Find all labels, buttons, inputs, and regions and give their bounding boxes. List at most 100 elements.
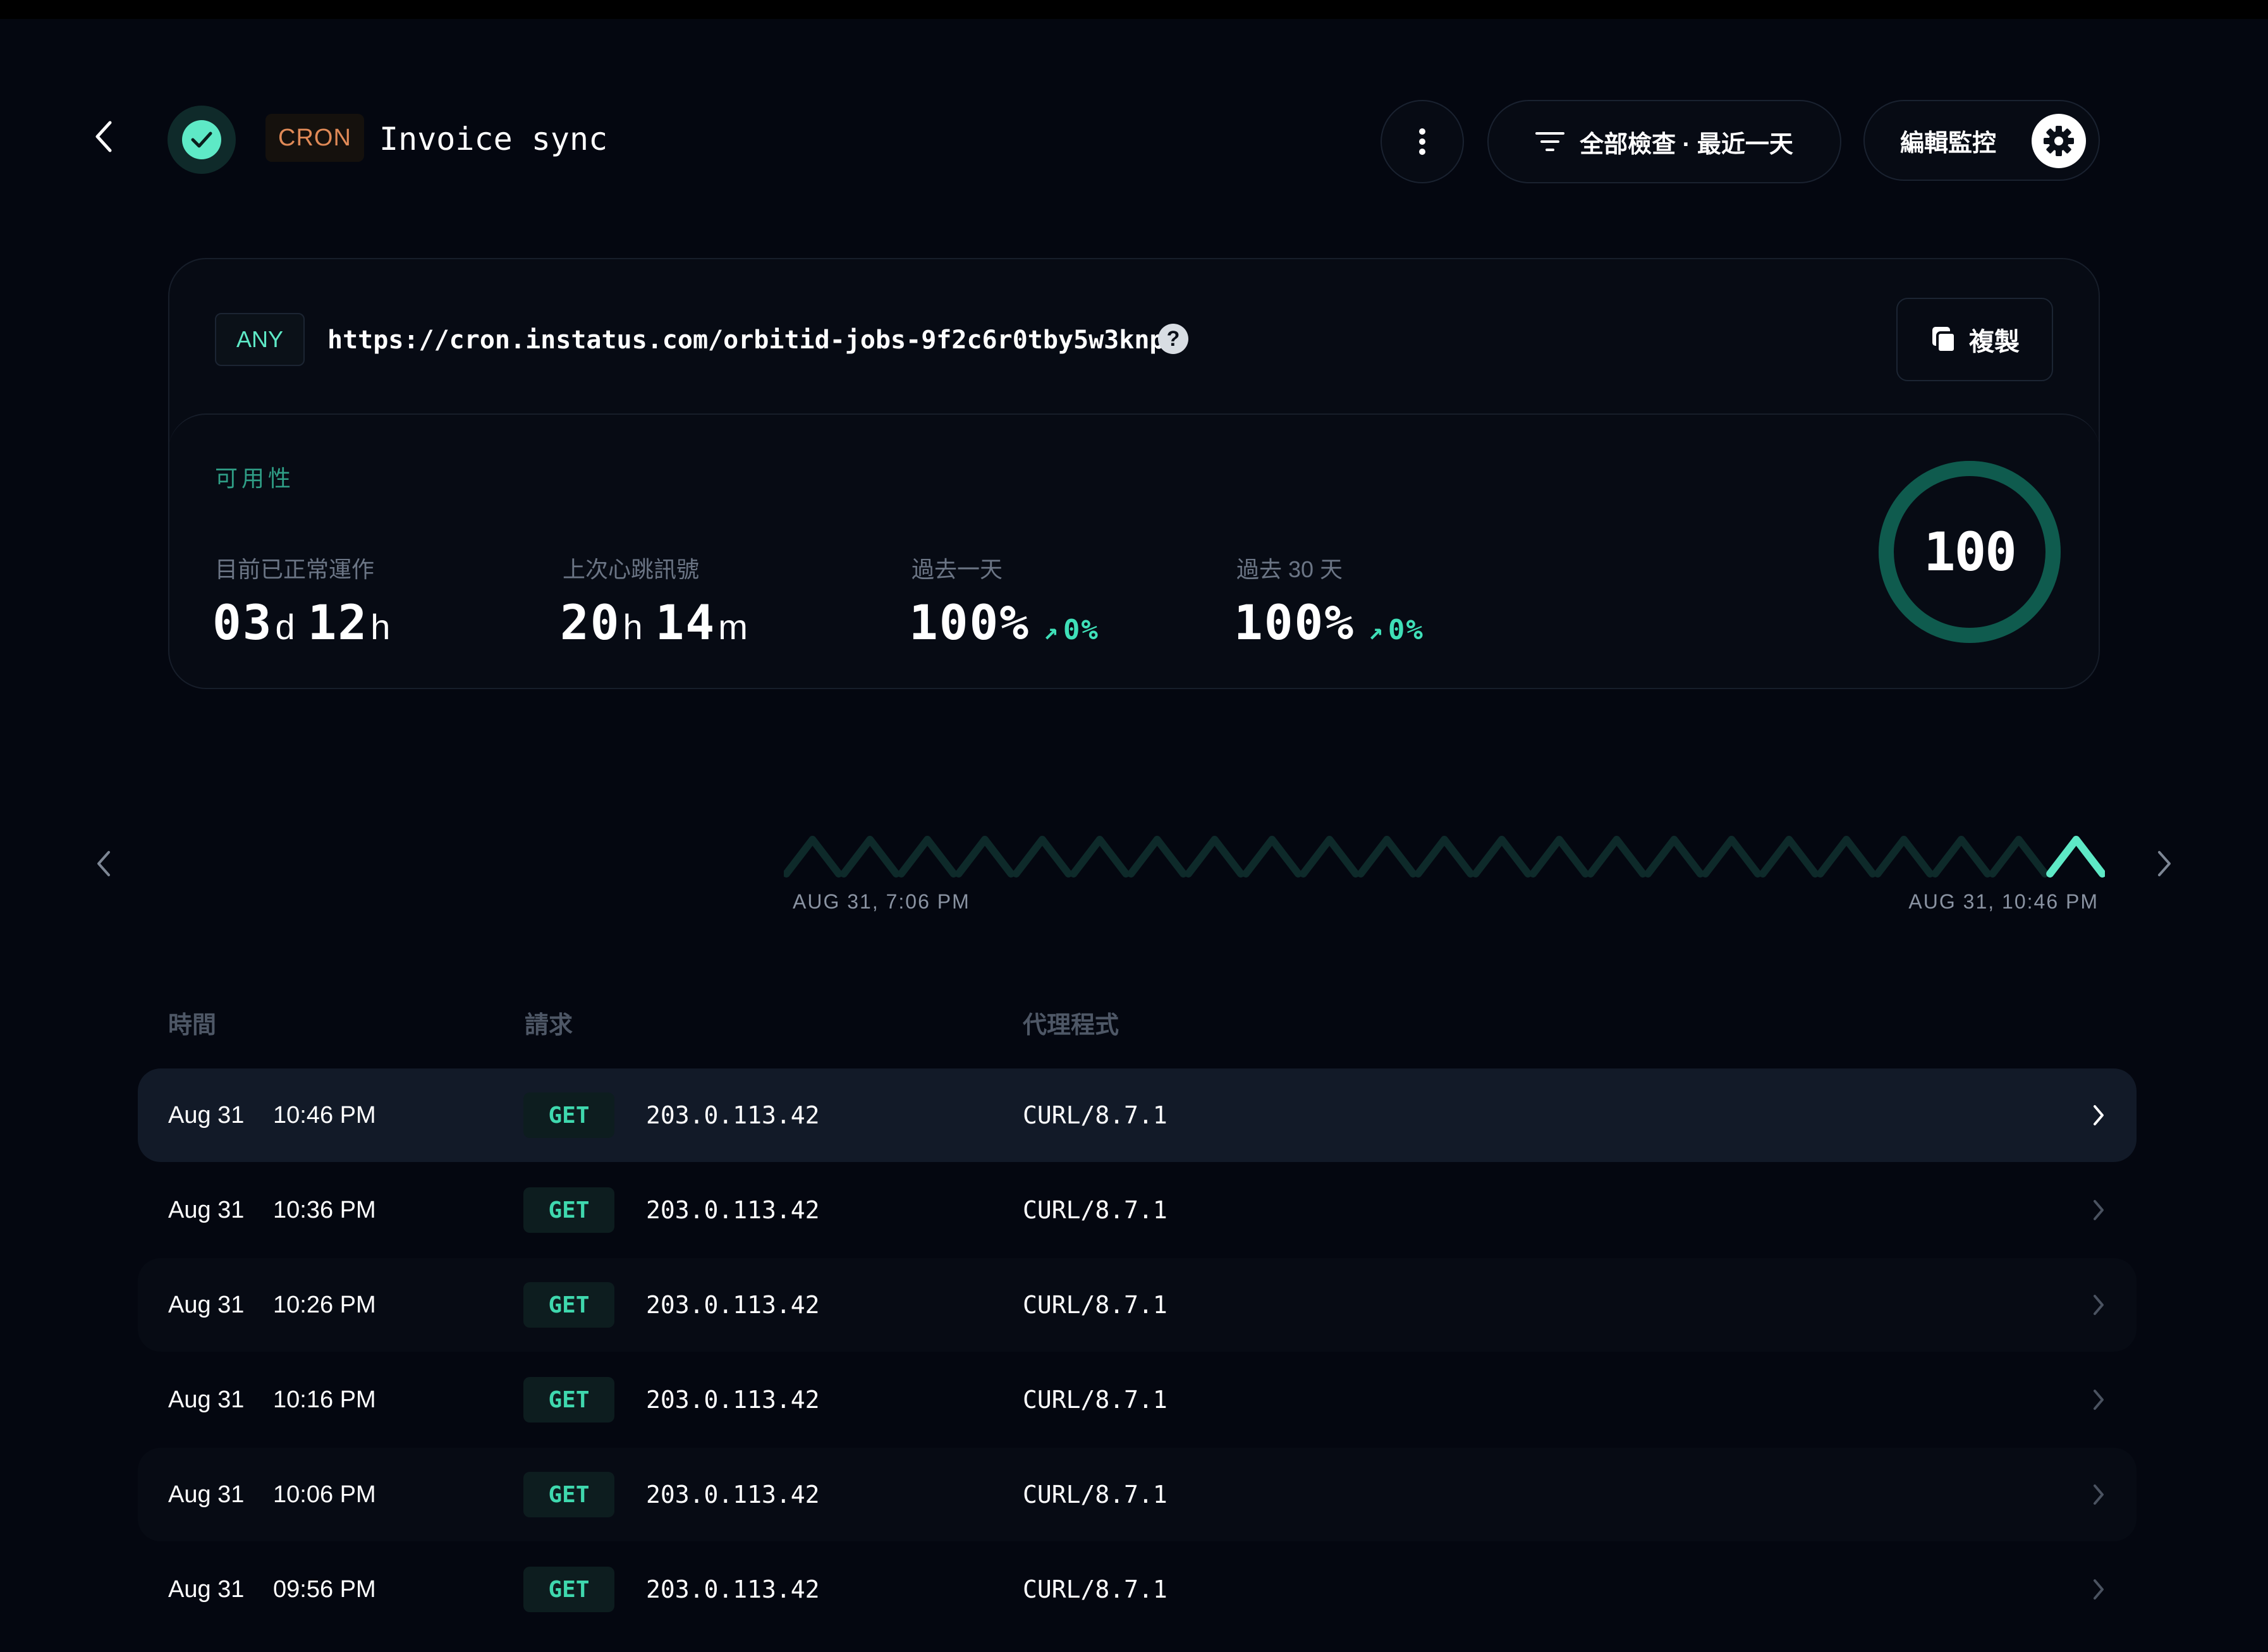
heartbeat-mark[interactable] — [784, 836, 843, 878]
row-ip: 203.0.113.42 — [646, 1386, 820, 1414]
gear-icon — [2032, 114, 2086, 168]
last-heartbeat-value: 20 h 14 m — [560, 594, 749, 651]
chevron-right-icon — [2086, 1286, 2111, 1324]
heartbeat-mark[interactable] — [1989, 836, 2049, 878]
timeline-next-button[interactable] — [2149, 841, 2180, 886]
method-badge: GET — [523, 1092, 614, 1138]
heartbeat-mark[interactable] — [1070, 836, 1130, 878]
heartbeat-mark[interactable] — [1357, 836, 1417, 878]
row-agent: CURL/8.7.1 — [1023, 1291, 1168, 1319]
method-badge: GET — [523, 1377, 614, 1423]
monitor-type-badge: CRON — [265, 114, 364, 162]
row-date: Aug 31 — [168, 1101, 245, 1129]
past-30-days-value: 100% ↗ 0% — [1234, 594, 1424, 651]
table-row[interactable]: Aug 31 10:36 PM GET 203.0.113.42 CURL/8.7.1 — [138, 1163, 2137, 1257]
row-time: 10:06 PM — [273, 1481, 376, 1508]
endpoint-url[interactable]: https://cron.instatus.com/orbitid-jobs-9… — [327, 316, 1165, 364]
more-vertical-icon — [1419, 128, 1425, 155]
copy-label: 複製 — [1969, 328, 2020, 356]
column-header-agent[interactable]: 代理程式 — [1023, 1005, 1119, 1040]
table-row[interactable]: Aug 31 10:16 PM GET 203.0.113.42 CURL/8.7.1 — [138, 1353, 2137, 1447]
table-row[interactable]: Aug 31 10:46 PM GET 203.0.113.42 CURL/8.7.1 — [138, 1068, 2137, 1162]
heartbeat-mark[interactable] — [839, 836, 900, 878]
past-30-days-label: 過去 30 天 — [1236, 556, 1343, 582]
row-time: 10:26 PM — [273, 1291, 376, 1318]
filter-button[interactable]: 全部檢查 · 最近一天 — [1487, 100, 1841, 183]
filter-icon — [1535, 132, 1565, 151]
method-badge: ANY — [215, 313, 305, 366]
top-bar — [0, 0, 2268, 19]
chevron-right-icon — [2086, 1096, 2111, 1134]
table-row[interactable]: Aug 31 10:26 PM GET 203.0.113.42 CURL/8.7.1 — [138, 1258, 2137, 1352]
timeline-prev-button[interactable] — [88, 841, 119, 886]
chevron-right-icon — [2086, 1570, 2111, 1608]
availability-title: 可用性 — [215, 465, 295, 491]
availability-panel — [168, 413, 2100, 689]
copy-button[interactable]: 複製 — [1896, 298, 2053, 381]
chevron-left-icon — [97, 851, 110, 876]
heartbeat-mark[interactable] — [1587, 836, 1647, 878]
row-time: 09:56 PM — [273, 1576, 376, 1603]
uptime-value: 03 d 12 h — [212, 594, 392, 651]
heartbeat-mark[interactable] — [1874, 836, 1934, 878]
heartbeat-mark[interactable] — [1816, 836, 1877, 878]
row-date: Aug 31 — [168, 1576, 245, 1603]
row-time: 10:16 PM — [273, 1386, 376, 1413]
row-date: Aug 31 — [168, 1291, 245, 1318]
past-day-value: 100% ↗ 0% — [909, 594, 1099, 651]
row-agent: CURL/8.7.1 — [1023, 1481, 1168, 1508]
last-heartbeat-label: 上次心跳訊號 — [563, 556, 700, 582]
column-header-time[interactable]: 時間 — [168, 1005, 216, 1040]
heartbeat-mark[interactable] — [954, 836, 1015, 878]
heartbeat-mark[interactable] — [1414, 836, 1475, 878]
heartbeat-mark[interactable] — [1012, 836, 1073, 878]
heartbeat-mark[interactable] — [1931, 836, 1992, 878]
method-badge: GET — [523, 1567, 614, 1612]
more-options-button[interactable] — [1381, 100, 1464, 183]
uptime-label: 目前已正常運作 — [215, 556, 375, 582]
heartbeat-mark[interactable] — [1241, 836, 1302, 878]
filter-label: 全部檢查 · 最近一天 — [1580, 131, 1793, 158]
row-agent: CURL/8.7.1 — [1023, 1101, 1168, 1129]
heartbeat-mark[interactable] — [1701, 836, 1762, 878]
heartbeat-mark[interactable] — [897, 836, 958, 878]
heartbeat-mark[interactable] — [2046, 836, 2105, 878]
past-day-delta: ↗ 0% — [1044, 614, 1099, 646]
row-agent: CURL/8.7.1 — [1023, 1386, 1168, 1414]
copy-icon — [1932, 327, 1956, 353]
edit-monitor-label: 編輯監控 — [1900, 130, 1997, 157]
chevron-left-icon — [95, 121, 112, 152]
row-date: Aug 31 — [168, 1196, 245, 1223]
status-indicator — [168, 106, 236, 174]
availability-score: 100 — [1924, 521, 2017, 583]
row-ip: 203.0.113.42 — [646, 1576, 820, 1603]
table-row[interactable]: Aug 31 10:06 PM GET 203.0.113.42 CURL/8.7.1 — [138, 1448, 2137, 1541]
heartbeat-mark[interactable] — [1127, 836, 1188, 878]
timeline-end-label: AUG 31, 10:46 PM — [1908, 890, 2099, 913]
heartbeat-mark[interactable] — [1529, 836, 1590, 878]
column-header-request[interactable]: 請求 — [525, 1005, 573, 1040]
method-badge: GET — [523, 1282, 614, 1328]
back-button[interactable] — [88, 114, 119, 159]
arrow-up-right-icon: ↗ — [1369, 617, 1384, 645]
past-day-label: 過去一天 — [911, 556, 1003, 582]
edit-monitor-button[interactable]: 編輯監控 — [1863, 100, 2100, 181]
heartbeat-timeline — [784, 836, 2105, 878]
row-ip: 203.0.113.42 — [646, 1196, 820, 1224]
arrow-up-right-icon: ↗ — [1044, 617, 1059, 645]
heartbeat-mark[interactable] — [1759, 836, 1819, 878]
row-time: 10:46 PM — [273, 1101, 376, 1129]
table-row[interactable]: Aug 31 09:56 PM GET 203.0.113.42 CURL/8.7.1 — [138, 1543, 2137, 1636]
row-ip: 203.0.113.42 — [646, 1291, 820, 1319]
method-badge: GET — [523, 1472, 614, 1517]
heartbeat-mark[interactable] — [1185, 836, 1245, 878]
row-date: Aug 31 — [168, 1481, 245, 1508]
heartbeat-mark[interactable] — [1644, 836, 1704, 878]
heartbeat-mark[interactable] — [1299, 836, 1360, 878]
chevron-right-icon — [2086, 1191, 2111, 1229]
help-icon[interactable]: ? — [1158, 324, 1188, 354]
heartbeat-mark[interactable] — [1472, 836, 1532, 878]
check-icon — [182, 120, 221, 159]
chevron-right-icon — [2086, 1476, 2111, 1514]
row-ip: 203.0.113.42 — [646, 1481, 820, 1508]
